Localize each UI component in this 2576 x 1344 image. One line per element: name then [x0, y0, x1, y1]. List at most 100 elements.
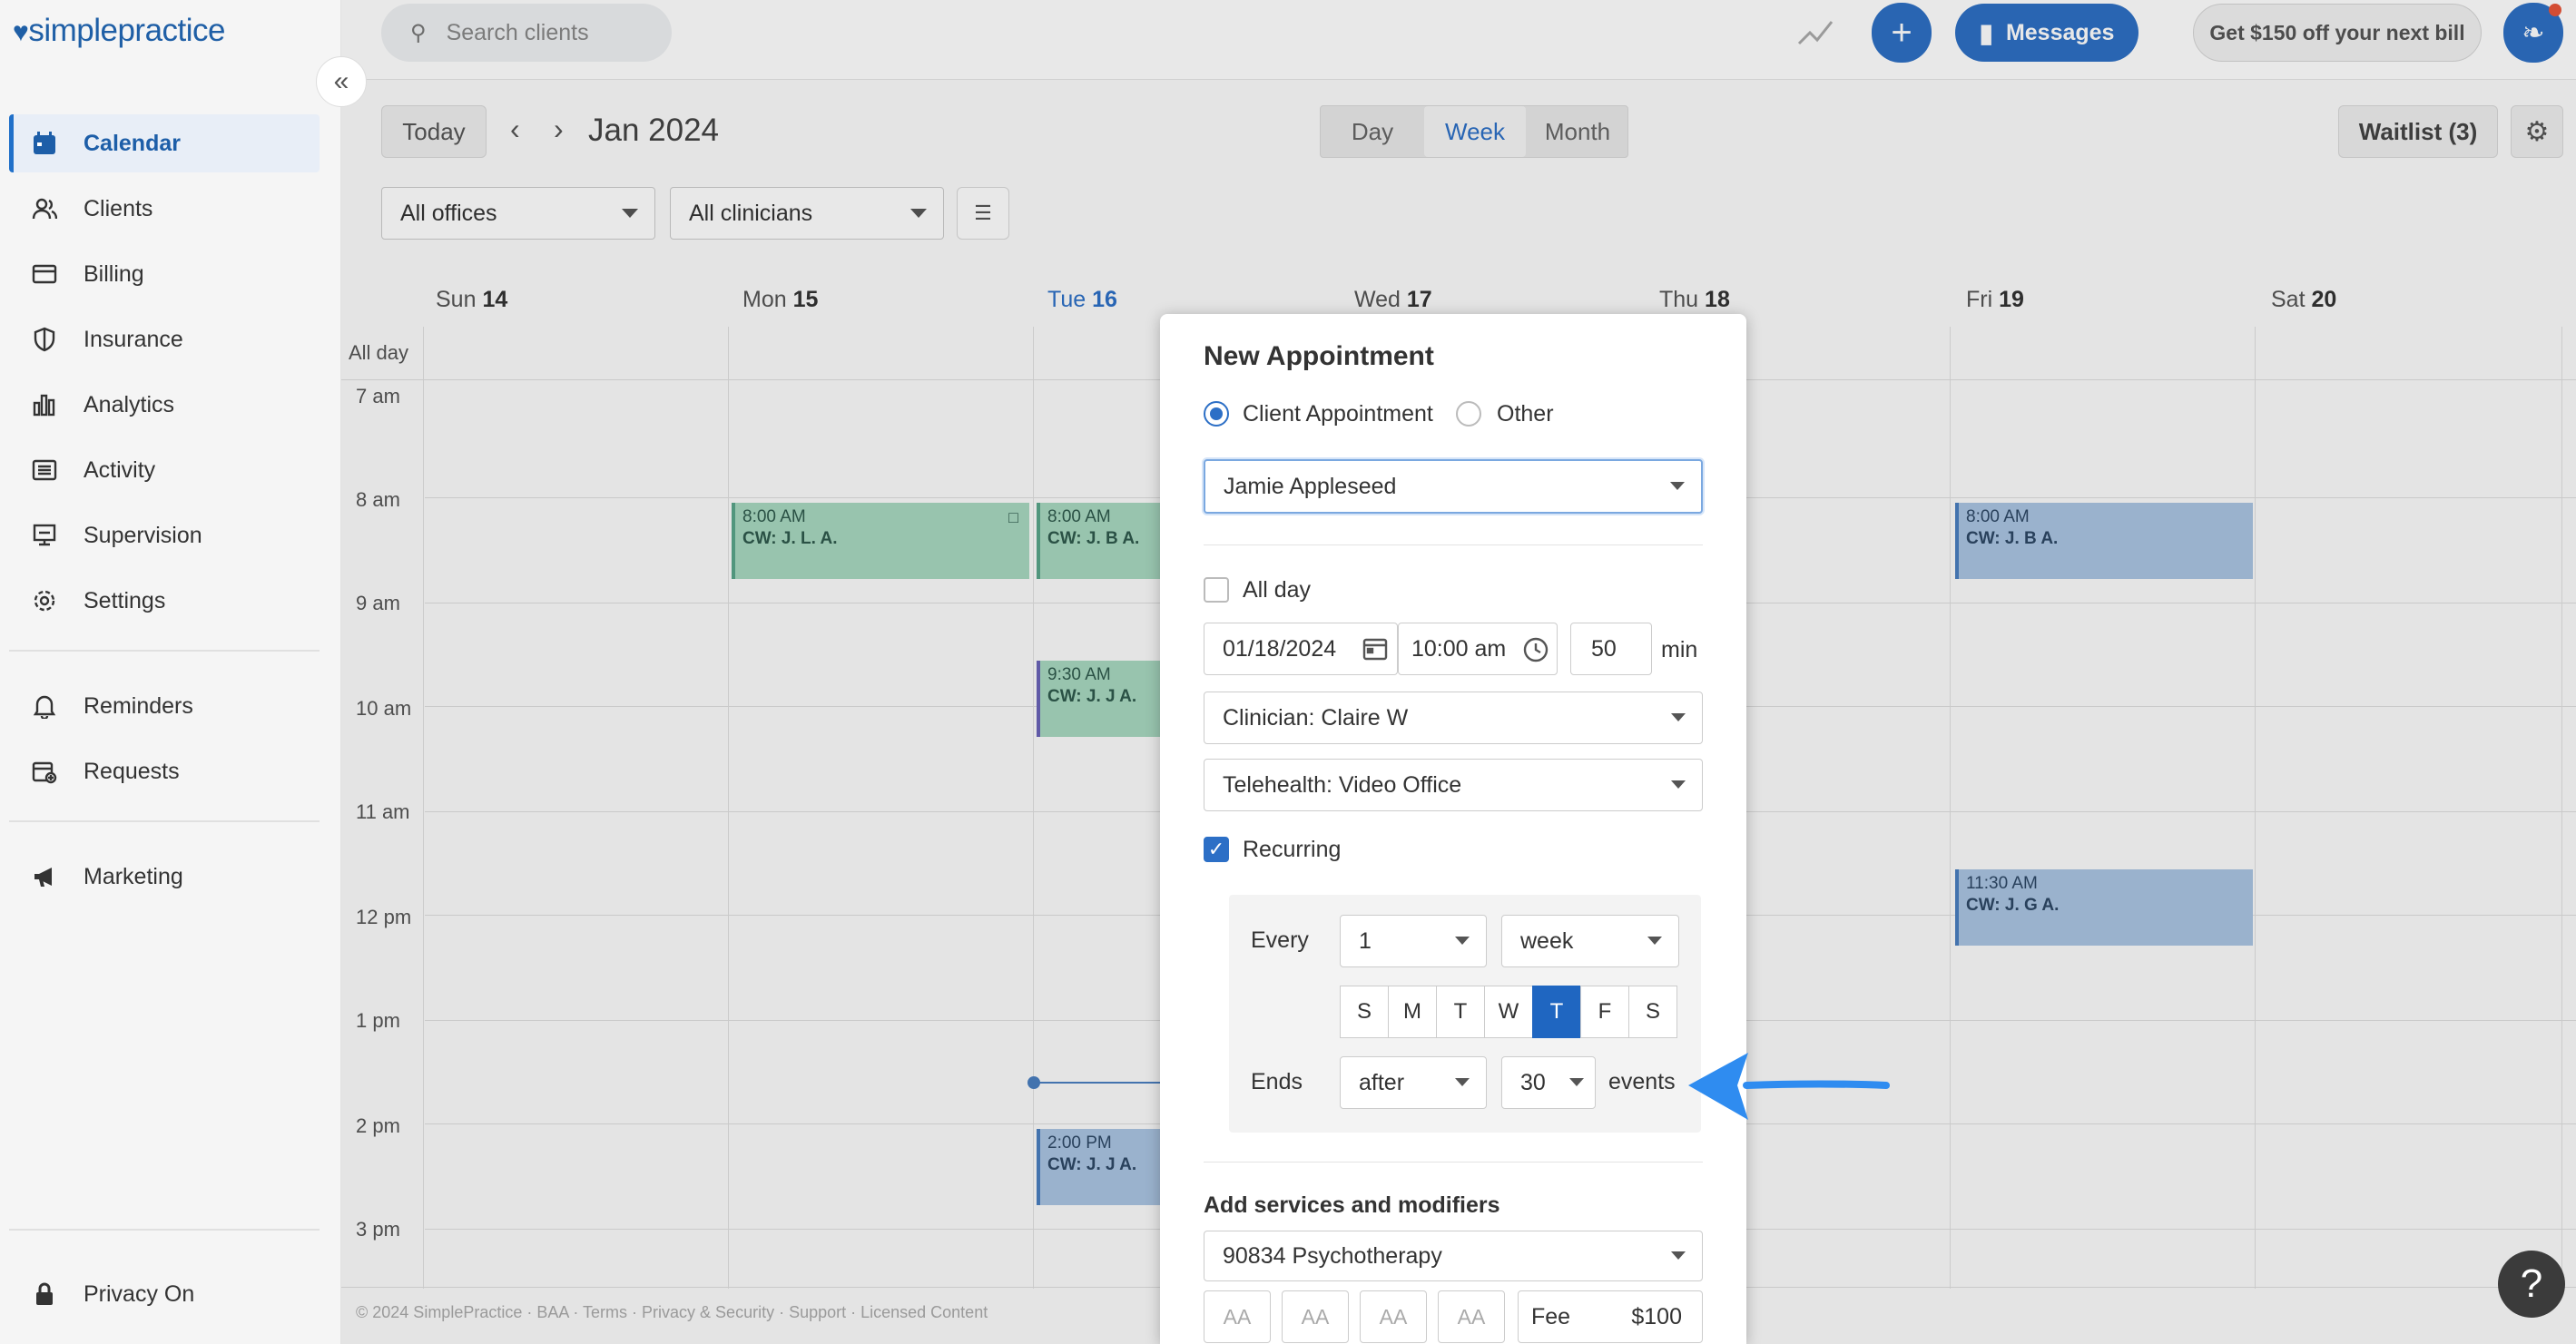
fee-input[interactable]: Fee $100 [1518, 1290, 1703, 1343]
ends-mode-value: after [1359, 1069, 1405, 1095]
sidebar-item-label: Activity [84, 456, 156, 483]
sidebar-item-marketing[interactable]: Marketing [9, 848, 320, 906]
modifier-input[interactable]: AA [1204, 1290, 1271, 1343]
sidebar-item-label: Supervision [84, 522, 202, 548]
caret-down-icon [1455, 1078, 1470, 1086]
calendar-plus-icon [29, 756, 60, 787]
caret-down-icon [1671, 1251, 1686, 1260]
sidebar: ♥simplepractice Calendar Clients Billing… [0, 0, 341, 1344]
duration-unit: min [1661, 637, 1698, 662]
shield-icon [29, 324, 60, 355]
caret-down-icon [1569, 1078, 1584, 1086]
question-icon: ? [2520, 1261, 2543, 1306]
weekday-friday[interactable]: F [1580, 986, 1629, 1038]
annotation-arrow [1685, 1051, 1893, 1128]
modifier-placeholder: AA [1301, 1304, 1330, 1329]
check-icon: ✓ [1207, 838, 1225, 860]
location-select[interactable]: Telehealth: Video Office [1204, 759, 1703, 811]
every-unit-value: week [1520, 927, 1574, 954]
dialog-divider [1204, 1162, 1703, 1163]
recurring-checkbox[interactable]: ✓ [1204, 837, 1229, 862]
help-button[interactable]: ? [2498, 1251, 2565, 1318]
sidebar-item-activity[interactable]: Activity [9, 441, 320, 499]
ends-count-value: 30 [1520, 1069, 1546, 1095]
sidebar-item-label: Reminders [84, 692, 193, 719]
ends-suffix: events [1608, 1069, 1676, 1094]
weekday-label: W [1498, 999, 1519, 1024]
weekday-label: S [1356, 999, 1372, 1024]
weekday-saturday[interactable]: S [1628, 986, 1677, 1038]
sidebar-item-requests[interactable]: Requests [9, 742, 320, 800]
ends-count-select[interactable]: 30 [1501, 1056, 1596, 1109]
client-select-value: Jamie Appleseed [1224, 473, 1397, 499]
sidebar-item-reminders[interactable]: Reminders [9, 677, 320, 735]
time-value: 10:00 am [1411, 635, 1507, 662]
all-day-checkbox[interactable] [1204, 577, 1229, 603]
sidebar-item-billing[interactable]: Billing [9, 245, 320, 303]
privacy-toggle[interactable]: Privacy On [9, 1265, 320, 1323]
every-unit-select[interactable]: week [1501, 915, 1679, 967]
sidebar-item-label: Analytics [84, 391, 175, 417]
bar-chart-icon [29, 389, 60, 420]
other-radio[interactable] [1456, 401, 1481, 427]
calendar-icon [1362, 636, 1388, 668]
sidebar-item-settings[interactable]: Settings [9, 572, 320, 630]
sidebar-item-label: Requests [84, 758, 180, 784]
fee-label: Fee [1531, 1303, 1571, 1329]
sidebar-item-label: Calendar [84, 130, 181, 156]
bell-icon [29, 691, 60, 721]
double-chevron-left-icon: « [333, 66, 349, 96]
dialog-divider [1204, 544, 1703, 545]
ends-mode-select[interactable]: after [1340, 1056, 1487, 1109]
sidebar-item-supervision[interactable]: Supervision [9, 506, 320, 564]
caret-down-icon [1671, 713, 1686, 721]
recurring-label: Recurring [1243, 837, 1342, 862]
caret-down-icon [1455, 937, 1470, 945]
date-input[interactable]: 01/18/2024 [1204, 623, 1398, 675]
duration-input[interactable]: 50 [1570, 623, 1652, 675]
weekday-thursday[interactable]: T [1532, 986, 1581, 1038]
weekday-label: F [1598, 999, 1612, 1024]
every-label: Every [1251, 927, 1309, 953]
caret-down-icon [1671, 780, 1686, 789]
card-icon [29, 259, 60, 289]
every-count-select[interactable]: 1 [1340, 915, 1487, 967]
new-appointment-dialog: New Appointment Client Appointment Other… [1160, 314, 1746, 1344]
service-select[interactable]: 90834 Psychotherapy [1204, 1231, 1703, 1281]
weekday-sunday[interactable]: S [1340, 986, 1389, 1038]
radio-label: Other [1497, 401, 1554, 427]
service-value: 90834 Psychotherapy [1223, 1242, 1442, 1269]
caret-down-icon [1670, 482, 1685, 490]
time-input[interactable]: 10:00 am [1398, 623, 1558, 675]
gear-icon [29, 585, 60, 616]
weekday-label: T [1549, 999, 1564, 1024]
modifier-input[interactable]: AA [1438, 1290, 1505, 1343]
list-icon [29, 455, 60, 486]
sidebar-item-label: Marketing [84, 863, 183, 889]
sidebar-item-label: Insurance [84, 326, 183, 352]
clock-icon [1522, 636, 1549, 670]
weekday-monday[interactable]: M [1388, 986, 1437, 1038]
client-select[interactable]: Jamie Appleseed [1204, 459, 1703, 514]
clinician-select[interactable]: Clinician: Claire W [1204, 692, 1703, 744]
sidebar-divider [9, 820, 320, 822]
weekday-label: S [1645, 999, 1660, 1024]
sidebar-item-analytics[interactable]: Analytics [9, 376, 320, 434]
all-day-label: All day [1243, 577, 1312, 603]
modifier-input[interactable]: AA [1360, 1290, 1427, 1343]
calendar-icon [29, 128, 60, 159]
sidebar-item-clients[interactable]: Clients [9, 180, 320, 238]
sidebar-item-insurance[interactable]: Insurance [9, 310, 320, 368]
sidebar-item-calendar[interactable]: Calendar [9, 114, 320, 172]
client-appointment-radio[interactable] [1204, 401, 1229, 427]
privacy-label: Privacy On [84, 1280, 195, 1307]
collapse-sidebar-button[interactable]: « [316, 56, 367, 107]
modifier-input[interactable]: AA [1282, 1290, 1349, 1343]
weekday-wednesday[interactable]: W [1484, 986, 1533, 1038]
weekday-label: M [1403, 999, 1421, 1024]
app-logo[interactable]: ♥simplepractice [13, 13, 226, 49]
modifier-placeholder: AA [1457, 1304, 1486, 1329]
supervision-icon [29, 520, 60, 551]
modifier-placeholder: AA [1379, 1304, 1408, 1329]
weekday-tuesday[interactable]: T [1436, 986, 1485, 1038]
